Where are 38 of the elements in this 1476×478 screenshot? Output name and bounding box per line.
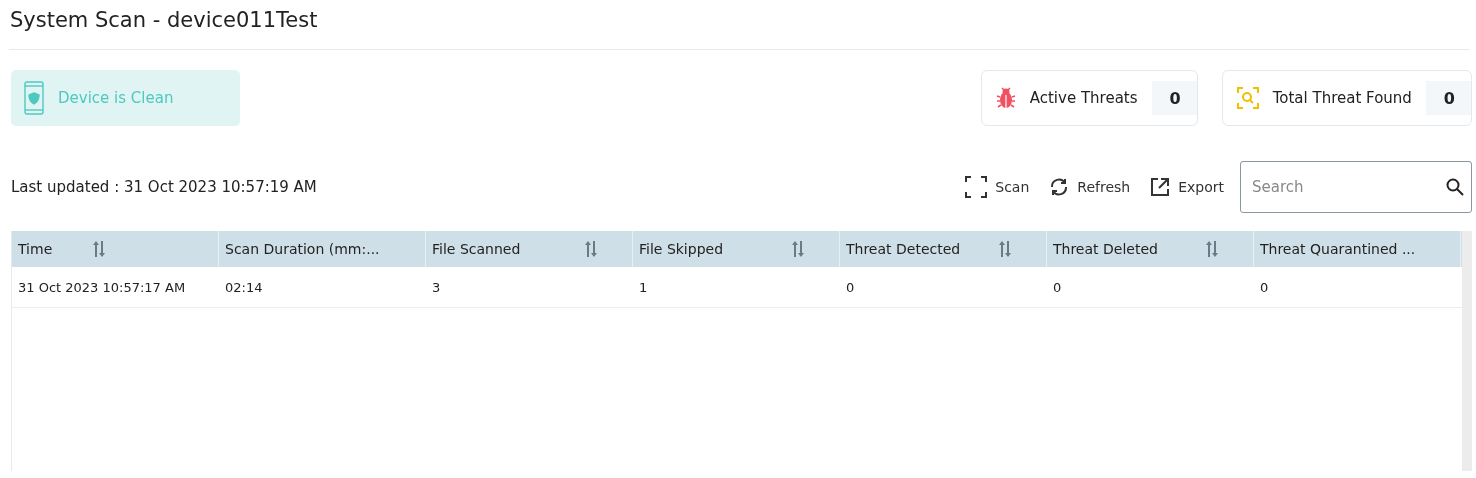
column-header[interactable]: Threat Detected bbox=[840, 231, 1047, 267]
table-cell-text: 0 bbox=[845, 278, 856, 297]
column-header[interactable]: Threat Quarantined ... bbox=[1254, 231, 1461, 267]
column-header[interactable]: Scan Duration (mm:... bbox=[219, 231, 426, 267]
refresh-icon bbox=[1049, 177, 1070, 197]
column-header[interactable]: File Skipped bbox=[633, 231, 840, 267]
bug-icon bbox=[995, 87, 1016, 109]
status-label: Device is Clean bbox=[58, 89, 174, 107]
counter-label: Total Threat Found bbox=[1272, 89, 1412, 107]
table-cell-text: 1 bbox=[638, 278, 649, 297]
sort-icon bbox=[92, 240, 106, 258]
sort-icon bbox=[791, 240, 805, 258]
column-header[interactable]: Time bbox=[12, 231, 219, 267]
toolbar-button[interactable]: Export bbox=[1146, 173, 1228, 201]
search-field[interactable]: Search bbox=[1240, 161, 1472, 213]
table-cell-text: 0 bbox=[1259, 278, 1270, 297]
table-cell-text: 31 Oct 2023 10:57:17 AM bbox=[17, 278, 187, 297]
column-header[interactable]: File Scanned bbox=[426, 231, 633, 267]
search-icon bbox=[1446, 178, 1464, 196]
table-cell-text: 3 bbox=[431, 278, 442, 297]
table-cell-text: 0 bbox=[1052, 278, 1063, 297]
toolbar-button[interactable]: Refresh bbox=[1045, 173, 1135, 201]
counter-value: 0 bbox=[1151, 81, 1197, 115]
sort-icon bbox=[998, 240, 1012, 258]
column-header[interactable]: Threat Deleted bbox=[1047, 231, 1254, 267]
scan-frame-icon bbox=[965, 176, 988, 198]
counter-value: 0 bbox=[1425, 81, 1471, 115]
sort-icon bbox=[1205, 240, 1219, 258]
toolbar-button[interactable]: Scan bbox=[961, 172, 1034, 202]
scrollbar[interactable] bbox=[1462, 231, 1472, 471]
page-title: System Scan - device011Test bbox=[9, 0, 1470, 50]
export-icon bbox=[1150, 177, 1171, 197]
table-cell-text: 02:14 bbox=[224, 278, 264, 297]
phone-shield-icon bbox=[24, 81, 44, 115]
last-updated-text: Last updated : 31 Oct 2023 10:57:19 AM bbox=[11, 178, 317, 196]
sort-icon bbox=[584, 240, 598, 258]
counter-label: Active Threats bbox=[1029, 89, 1138, 107]
search-frame-icon bbox=[1236, 87, 1259, 109]
